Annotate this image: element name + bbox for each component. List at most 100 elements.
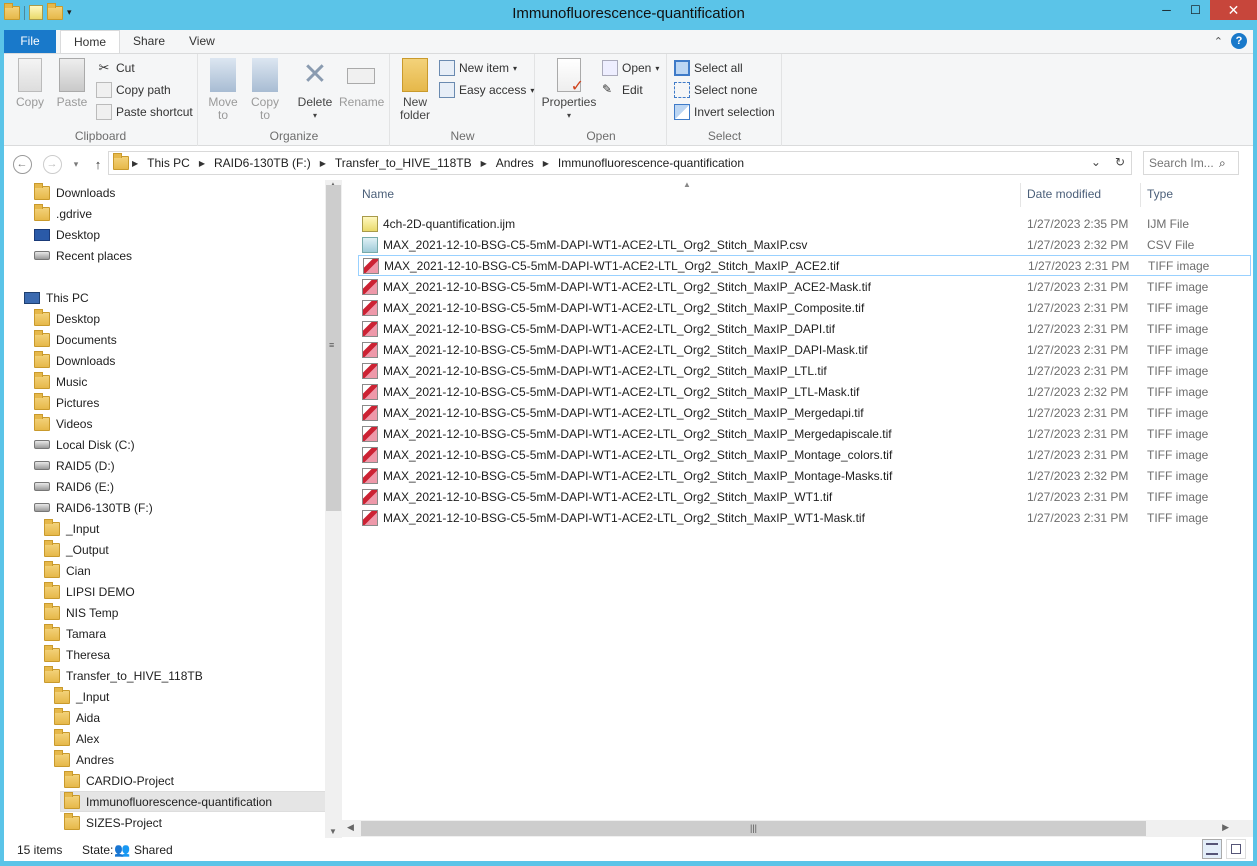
nav-item[interactable]: RAID6 (E:): [34, 476, 114, 497]
nav-item[interactable]: CARDIO-Project: [64, 770, 174, 791]
open-group-label: Open: [586, 129, 616, 143]
nav-item[interactable]: _Input: [54, 686, 109, 707]
nav-item[interactable]: Andres: [54, 749, 114, 770]
new-item-button[interactable]: New item ▾: [439, 59, 517, 77]
tab-view[interactable]: View: [176, 30, 228, 53]
easy-access-button[interactable]: Easy access ▾: [439, 81, 534, 99]
nav-item[interactable]: NIS Temp: [44, 602, 118, 623]
address-bar[interactable]: ▶ This PC ▶ RAID6-130TB (F:) ▶ Transfer_to…: [108, 151, 1132, 175]
paste-button[interactable]: Paste: [54, 58, 90, 109]
nav-item[interactable]: .gdrive: [34, 203, 92, 224]
file-row[interactable]: MAX_2021-12-10-BSG-C5-5mM-DAPI-WT1-ACE2-…: [358, 381, 1251, 402]
folder-icon: [64, 770, 80, 788]
nav-item[interactable]: Immunofluorescence-quantification: [60, 791, 342, 812]
cut-button[interactable]: ✂ Cut: [96, 59, 135, 77]
delete-button[interactable]: ✕ Delete ▾: [295, 58, 335, 122]
nav-item[interactable]: Tamara: [44, 623, 106, 644]
column-date-modified[interactable]: Date modified: [1027, 187, 1101, 201]
breadcrumb-transfer[interactable]: Transfer_to_HIVE_118TB: [329, 156, 478, 170]
hscrollbar-thumb[interactable]: |||: [361, 821, 1146, 836]
file-list-hscrollbar[interactable]: ◀ ||| ▶: [342, 820, 1253, 837]
search-input[interactable]: [1149, 156, 1219, 170]
nav-item[interactable]: RAID5 (D:): [34, 455, 115, 476]
nav-scrollbar-thumb[interactable]: ≡: [326, 185, 341, 511]
file-row[interactable]: MAX_2021-12-10-BSG-C5-5mM-DAPI-WT1-ACE2-…: [358, 360, 1251, 381]
details-view-button[interactable]: [1202, 839, 1222, 859]
nav-item[interactable]: Recent places: [34, 245, 132, 266]
file-row[interactable]: MAX_2021-12-10-BSG-C5-5mM-DAPI-WT1-ACE2-…: [358, 318, 1251, 339]
file-row[interactable]: MAX_2021-12-10-BSG-C5-5mM-DAPI-WT1-ACE2-…: [358, 507, 1251, 528]
recent-locations-button[interactable]: ▾: [66, 154, 86, 174]
copy-to-button[interactable]: Copy to: [247, 58, 283, 122]
breadcrumb-andres[interactable]: Andres: [490, 156, 540, 170]
nav-item[interactable]: Videos: [34, 413, 92, 434]
breadcrumb-this-pc[interactable]: This PC: [141, 156, 196, 170]
nav-item[interactable]: Alex: [54, 728, 99, 749]
nav-item[interactable]: LIPSI DEMO: [44, 581, 135, 602]
nav-item[interactable]: Aida: [54, 707, 100, 728]
tab-home[interactable]: Home: [60, 30, 121, 53]
help-icon[interactable]: ?: [1231, 33, 1247, 49]
breadcrumb-current[interactable]: Immunofluorescence-quantification: [552, 156, 750, 170]
file-row[interactable]: MAX_2021-12-10-BSG-C5-5mM-DAPI-WT1-ACE2-…: [358, 297, 1251, 318]
nav-item[interactable]: _Input: [44, 518, 99, 539]
nav-item[interactable]: Cian: [44, 560, 91, 581]
file-row[interactable]: MAX_2021-12-10-BSG-C5-5mM-DAPI-WT1-ACE2-…: [358, 465, 1251, 486]
move-to-button[interactable]: Move to: [205, 58, 241, 122]
file-row[interactable]: MAX_2021-12-10-BSG-C5-5mM-DAPI-WT1-ACE2-…: [358, 486, 1251, 507]
nav-item[interactable]: SIZES-Project: [64, 812, 162, 833]
column-name[interactable]: Name: [362, 187, 394, 201]
file-row[interactable]: MAX_2021-12-10-BSG-C5-5mM-DAPI-WT1-ACE2-…: [358, 276, 1251, 297]
nav-item[interactable]: Documents: [34, 329, 117, 350]
tab-file[interactable]: File: [4, 30, 56, 53]
minimize-button[interactable]: ─: [1152, 0, 1181, 20]
copy-path-button[interactable]: Copy path: [96, 81, 171, 99]
nav-item[interactable]: Theresa: [44, 644, 110, 665]
open-button[interactable]: Open ▾: [602, 59, 659, 77]
file-row[interactable]: MAX_2021-12-10-BSG-C5-5mM-DAPI-WT1-ACE2-…: [358, 444, 1251, 465]
nav-item[interactable]: Pictures: [34, 392, 99, 413]
breadcrumb-raid6[interactable]: RAID6-130TB (F:): [208, 156, 317, 170]
edit-button[interactable]: ✎ Edit: [602, 81, 643, 99]
forward-button[interactable]: →: [42, 154, 62, 174]
new-folder-button[interactable]: New folder: [397, 58, 433, 122]
rename-button[interactable]: Rename: [339, 58, 384, 109]
nav-item[interactable]: Downloads: [34, 182, 115, 203]
nav-item[interactable]: Local Disk (C:): [34, 434, 135, 455]
address-dropdown-icon[interactable]: ⌄: [1091, 155, 1101, 169]
file-row[interactable]: MAX_2021-12-10-BSG-C5-5mM-DAPI-WT1-ACE2-…: [358, 255, 1251, 276]
sort-ascending-icon: ▲: [683, 180, 691, 189]
close-button[interactable]: ✕: [1210, 0, 1257, 20]
large-icons-view-button[interactable]: [1226, 839, 1246, 859]
nav-item[interactable]: Desktop: [34, 308, 100, 329]
select-none-button[interactable]: Select none: [674, 81, 757, 99]
paste-shortcut-button[interactable]: Paste shortcut: [96, 103, 193, 121]
up-button[interactable]: ↑: [88, 154, 108, 174]
copy-button[interactable]: Copy: [12, 58, 48, 109]
invert-selection-button[interactable]: Invert selection: [674, 103, 775, 121]
select-all-button[interactable]: Select all: [674, 59, 743, 77]
nav-item[interactable]: _Output: [44, 539, 109, 560]
maximize-button[interactable]: ☐: [1181, 0, 1210, 20]
nav-item[interactable]: Music: [34, 371, 87, 392]
back-button[interactable]: ←: [12, 154, 32, 174]
column-type[interactable]: Type: [1147, 187, 1173, 201]
nav-item[interactable]: This PC: [24, 287, 89, 308]
nav-item[interactable]: RAID6-130TB (F:): [34, 497, 153, 518]
file-name: MAX_2021-12-10-BSG-C5-5mM-DAPI-WT1-ACE2-…: [384, 258, 840, 273]
nav-item[interactable]: Desktop: [34, 224, 100, 245]
file-row[interactable]: MAX_2021-12-10-BSG-C5-5mM-DAPI-WT1-ACE2-…: [358, 402, 1251, 423]
collapse-ribbon-icon[interactable]: ⌃: [1214, 35, 1223, 48]
refresh-icon[interactable]: ↻: [1115, 155, 1125, 169]
search-icon[interactable]: ⌕: [1219, 156, 1226, 171]
nav-scrollbar[interactable]: ▲ ≡ ▼: [325, 180, 342, 838]
properties-button[interactable]: ✓ Properties ▾: [540, 58, 598, 122]
nav-item[interactable]: Downloads: [34, 350, 115, 371]
file-row[interactable]: MAX_2021-12-10-BSG-C5-5mM-DAPI-WT1-ACE2-…: [358, 234, 1251, 255]
nav-item[interactable]: Transfer_to_HIVE_118TB: [44, 665, 203, 686]
file-row[interactable]: MAX_2021-12-10-BSG-C5-5mM-DAPI-WT1-ACE2-…: [358, 339, 1251, 360]
tab-share[interactable]: Share: [120, 30, 178, 53]
file-row[interactable]: MAX_2021-12-10-BSG-C5-5mM-DAPI-WT1-ACE2-…: [358, 423, 1251, 444]
title-bar[interactable]: ▾ Immunofluorescence-quantification ─ ☐ …: [0, 0, 1257, 28]
file-row[interactable]: 4ch-2D-quantification.ijm 1/27/2023 2:35 …: [358, 213, 1251, 234]
